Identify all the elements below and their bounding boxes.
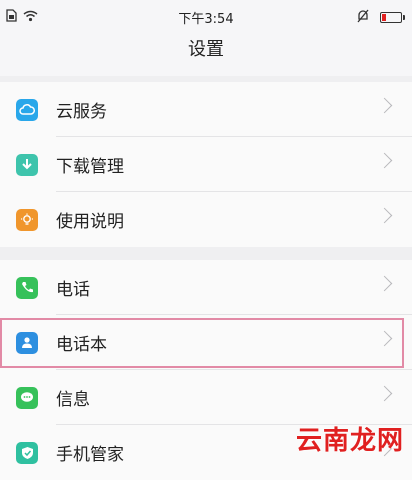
watermark: 云南龙网 <box>295 426 404 456</box>
bulb-icon <box>16 208 38 231</box>
settings-item-label: 电话 <box>56 280 90 300</box>
status-bar: 下午3:54 <box>0 0 412 34</box>
settings-item-label: 使用说明 <box>56 212 124 232</box>
page-title: 设置 <box>0 34 412 76</box>
cloud-icon <box>16 98 38 121</box>
message-icon <box>16 386 38 409</box>
download-icon <box>16 153 38 176</box>
battery-icon <box>380 12 405 23</box>
settings-item-download-manager[interactable]: 下载管理 <box>0 137 412 192</box>
settings-item-label: 下载管理 <box>56 157 124 177</box>
settings-item-contacts[interactable]: 电话本 <box>0 315 412 370</box>
status-time: 下午3:54 <box>178 12 234 27</box>
settings-item-label: 信息 <box>56 390 90 410</box>
settings-item-cloud-service[interactable]: 云服务 <box>0 82 412 137</box>
settings-group-1: 云服务 下载管理 使用说明 <box>0 82 412 247</box>
contacts-icon <box>16 331 38 354</box>
mute-bell-icon <box>356 8 370 27</box>
shield-icon <box>16 441 38 464</box>
settings-item-messages[interactable]: 信息 <box>0 370 412 425</box>
settings-item-user-guide[interactable]: 使用说明 <box>0 192 412 247</box>
settings-item-label: 云服务 <box>56 102 107 122</box>
settings-item-label: 电话本 <box>56 335 107 355</box>
phone-icon <box>16 276 38 299</box>
settings-item-phone[interactable]: 电话 <box>0 260 412 315</box>
